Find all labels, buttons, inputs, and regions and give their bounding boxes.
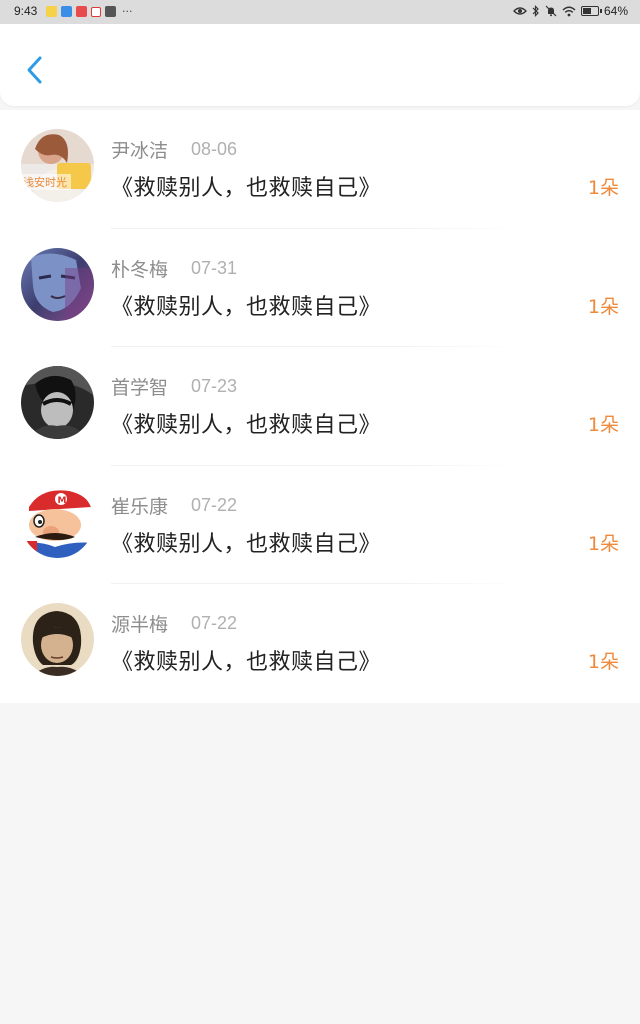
send-date: 07-31 (191, 257, 238, 278)
article-title[interactable]: 《救赎别人，也救赎自己》 (111, 526, 381, 558)
article-title[interactable]: 《救赎别人，也救赎自己》 (111, 289, 381, 321)
back-button[interactable] (18, 52, 50, 88)
send-date: 08-06 (191, 139, 238, 159)
gift-record-list: 浅安时光 尹冰洁 08-06 《救赎别人，也救赎自己》 1朵 朴冬梅 07-31… (0, 110, 640, 703)
battery-icon (580, 6, 602, 16)
send-date: 07-23 (191, 376, 238, 397)
mail-notification-icon (76, 6, 87, 17)
status-bar: 9:43 ··· 64% (0, 0, 640, 24)
status-right: 64% (512, 4, 628, 18)
article-title[interactable]: 《救赎别人，也救赎自己》 (111, 170, 381, 202)
flower-count: 1朵 (587, 532, 619, 555)
sender-name: 崔乐康 (111, 495, 169, 518)
send-date: 07-22 (191, 494, 238, 515)
list-item[interactable]: 朴冬梅 07-31 《救赎别人，也救赎自己》 1朵 (0, 229, 640, 348)
chevron-left-icon (27, 56, 42, 84)
send-date: 07-22 (191, 613, 238, 634)
avatar[interactable] (21, 366, 94, 440)
flower-count: 1朵 (587, 295, 619, 318)
notification-icons: ··· (46, 6, 133, 17)
svg-text:M: M (58, 496, 67, 506)
avatar[interactable]: M (21, 484, 94, 558)
list-item[interactable]: M 崔乐康 07-22 《救赎别人，也救赎自己》 1朵 (0, 466, 640, 585)
list-item[interactable]: 首学智 07-23 《救赎别人，也救赎自己》 1朵 (0, 347, 640, 466)
flower-count: 1朵 (587, 651, 619, 674)
wifi-icon (562, 6, 576, 16)
eye-icon (512, 7, 527, 15)
more-notifications-icon: ··· (122, 4, 133, 18)
sender-name: 尹冰洁 (111, 140, 169, 162)
battery-percent: 64% (603, 4, 628, 18)
flower-count: 1朵 (587, 414, 619, 437)
flower-count: 1朵 (587, 177, 619, 199)
article-title[interactable]: 《救赎别人，也救赎自己》 (111, 407, 381, 439)
avatar[interactable]: 浅安时光 (21, 129, 94, 202)
article-title[interactable]: 《救赎别人，也救赎自己》 (111, 644, 381, 676)
browser-notification-icon (61, 6, 72, 17)
app-notification-icon (105, 6, 116, 17)
status-time: 9:43 (14, 4, 38, 18)
sender-name: 首学智 (111, 377, 169, 400)
mute-bell-icon (545, 5, 557, 17)
avatar[interactable] (21, 247, 94, 321)
list-item[interactable]: 源半梅 07-22 《救赎别人，也救赎自己》 1朵 (0, 584, 640, 703)
bluetooth-icon (532, 5, 539, 17)
avatar-watermark: 浅安时光 (23, 175, 67, 189)
header (0, 24, 640, 106)
sender-name: 朴冬梅 (111, 258, 169, 281)
list-item[interactable]: 浅安时光 尹冰洁 08-06 《救赎别人，也救赎自己》 1朵 (0, 110, 640, 229)
screen-record-icon (91, 6, 101, 17)
sender-name: 源半梅 (111, 614, 169, 637)
app-notification-icon (46, 6, 57, 17)
avatar[interactable] (21, 603, 94, 677)
